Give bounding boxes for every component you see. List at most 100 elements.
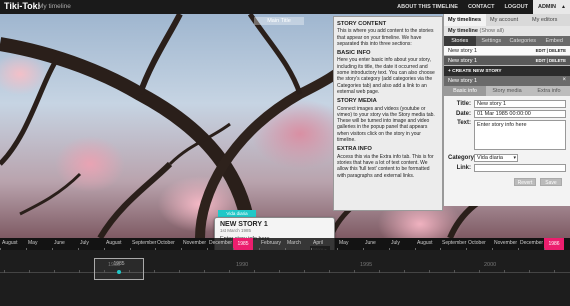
navigator-tick (454, 270, 455, 273)
month-label: October (157, 240, 175, 246)
month-label: July (80, 240, 89, 246)
story-list-title: New story 1 (448, 47, 478, 54)
navigator-tick (554, 270, 555, 273)
panel-header-title: My timeline (448, 28, 478, 34)
help-title: STORY CONTENT (337, 21, 387, 27)
save-button[interactable]: Save (540, 178, 562, 186)
tab-my-timelines[interactable]: My timelines (444, 14, 486, 26)
story-marker (117, 270, 121, 274)
navigator-year: 1985 (108, 262, 121, 268)
navigator-tick (329, 270, 330, 273)
text-field[interactable]: Enter story info here (474, 120, 566, 150)
chevron-down-icon: ▾ (513, 155, 516, 161)
month-bar-year: 1986 (544, 238, 564, 250)
tab-settings[interactable]: Settings (476, 36, 508, 46)
help-heading-media: STORY MEDIA (337, 98, 377, 105)
nav-admin-label: ADMIN (537, 4, 556, 10)
navigator-tick (79, 270, 80, 273)
close-icon[interactable]: × (562, 77, 566, 83)
month-label: June (365, 240, 376, 246)
story-list-item[interactable]: New story 1 EDIT | DELETE (444, 46, 570, 56)
navigator-tick (29, 270, 30, 273)
navigator-tick (404, 270, 405, 273)
navigator-tick (279, 270, 280, 273)
tab-stories[interactable]: Stories (444, 36, 476, 46)
help-intro: This is where you add content to the sto… (337, 28, 434, 47)
month-label: July (391, 240, 400, 246)
month-label: November (494, 240, 518, 246)
tab-categories[interactable]: Categories (507, 36, 539, 46)
date-field[interactable]: 01 Mar 1985 00:00:00 (474, 110, 566, 118)
tab-story-media[interactable]: Story media (486, 86, 528, 96)
help-text-media: Connect images and videos (youtube or vi… (337, 105, 435, 144)
help-text-extra: Access this via the Extra info tab. This… (337, 153, 434, 179)
navigator-year: 2000 (484, 262, 497, 268)
month-label: September (442, 240, 467, 246)
month-bar-year: 1985 (233, 238, 253, 250)
story-form: Title: New story 1 Date: 01 Mar 1985 00:… (444, 96, 570, 186)
story-category-tag: Vida diaria (218, 210, 256, 217)
story-list-item[interactable]: New story 1 EDIT | DELETE (444, 56, 570, 66)
month-label: December (209, 240, 233, 246)
navigator-year: 1995 (360, 262, 373, 268)
nav-about[interactable]: ABOUT THIS TIMELINE (392, 0, 463, 14)
help-heading-basic: BASIC INFO (337, 50, 371, 57)
navigator-tick (504, 270, 505, 273)
story-card-date: 1st March 1985 (220, 228, 252, 233)
edit-tabs: Basic info Story media Extra info (444, 86, 570, 96)
tab-basic-info[interactable]: Basic info (444, 86, 486, 96)
tab-my-account[interactable]: My account (486, 14, 528, 26)
navigator-line (0, 272, 570, 273)
month-label: June (54, 240, 65, 246)
timeline-name: My timeline (38, 3, 71, 10)
month-label: August (2, 240, 18, 246)
edit-story-header: New story 1 × (444, 76, 570, 86)
tab-my-editors[interactable]: My editors (528, 14, 570, 26)
date-label: Date: (455, 111, 471, 117)
link-field[interactable] (474, 164, 566, 172)
help-panel: STORY CONTENT This is where you add cont… (333, 16, 443, 211)
nav-contact[interactable]: CONTACT (463, 0, 499, 14)
month-label: February (261, 240, 282, 246)
navigator-tick (429, 270, 430, 273)
main-title[interactable]: Main Title (254, 17, 304, 25)
month-label: May (339, 240, 349, 246)
nav-logout[interactable]: LOGOUT (499, 0, 533, 14)
tab-embed[interactable]: Embed (539, 36, 570, 46)
navigator-tick (529, 270, 530, 273)
navigator-year: 1990 (236, 262, 249, 268)
category-select[interactable]: Vida diaria ▾ (474, 154, 518, 162)
navigator-tick (154, 270, 155, 273)
nav-admin[interactable]: ADMIN ▲ (532, 0, 570, 14)
show-all-link[interactable]: (Show all) (479, 28, 503, 34)
month-label: August (417, 240, 433, 246)
story-edit-delete[interactable]: EDIT | DELETE (536, 48, 566, 53)
month-label: October (468, 240, 486, 246)
caret-up-icon: ▲ (561, 4, 566, 10)
navigator-tick (254, 270, 255, 273)
navigator-tick (304, 270, 305, 273)
navigator-tick (4, 270, 5, 273)
title-field[interactable]: New story 1 (474, 100, 566, 108)
navigator-tick (479, 270, 480, 273)
panel-header: My timeline (Show all) (444, 26, 570, 36)
tab-extra-info[interactable]: Extra info (528, 86, 570, 96)
navigator-tick (354, 270, 355, 273)
month-label: December (520, 240, 544, 246)
help-text-basic: Here you enter basic info about your sto… (337, 57, 435, 95)
top-nav: ABOUT THIS TIMELINE CONTACT LOGOUT ADMIN… (392, 0, 570, 14)
month-bar[interactable]: August May June July August September October N… (0, 238, 570, 250)
link-label: Link: (456, 165, 471, 171)
category-value: Vida diaria (477, 155, 503, 161)
month-label: August (106, 240, 122, 246)
story-list-title: New story 1 (448, 57, 478, 64)
admin-panel: My timelines My account My editors My ti… (443, 14, 570, 206)
help-heading-extra: EXTRA INFO (337, 146, 372, 153)
timeline-navigator[interactable]: 1985 1985 1990 1995 2000 (0, 250, 570, 306)
revert-button[interactable]: Revert (514, 178, 536, 186)
text-label: Text: (457, 120, 471, 126)
story-edit-delete[interactable]: EDIT | DELETE (536, 58, 566, 63)
create-story-button[interactable]: + CREATE NEW STORY (444, 66, 570, 76)
category-label: Category: (448, 155, 477, 161)
navigator-tick (104, 270, 105, 273)
